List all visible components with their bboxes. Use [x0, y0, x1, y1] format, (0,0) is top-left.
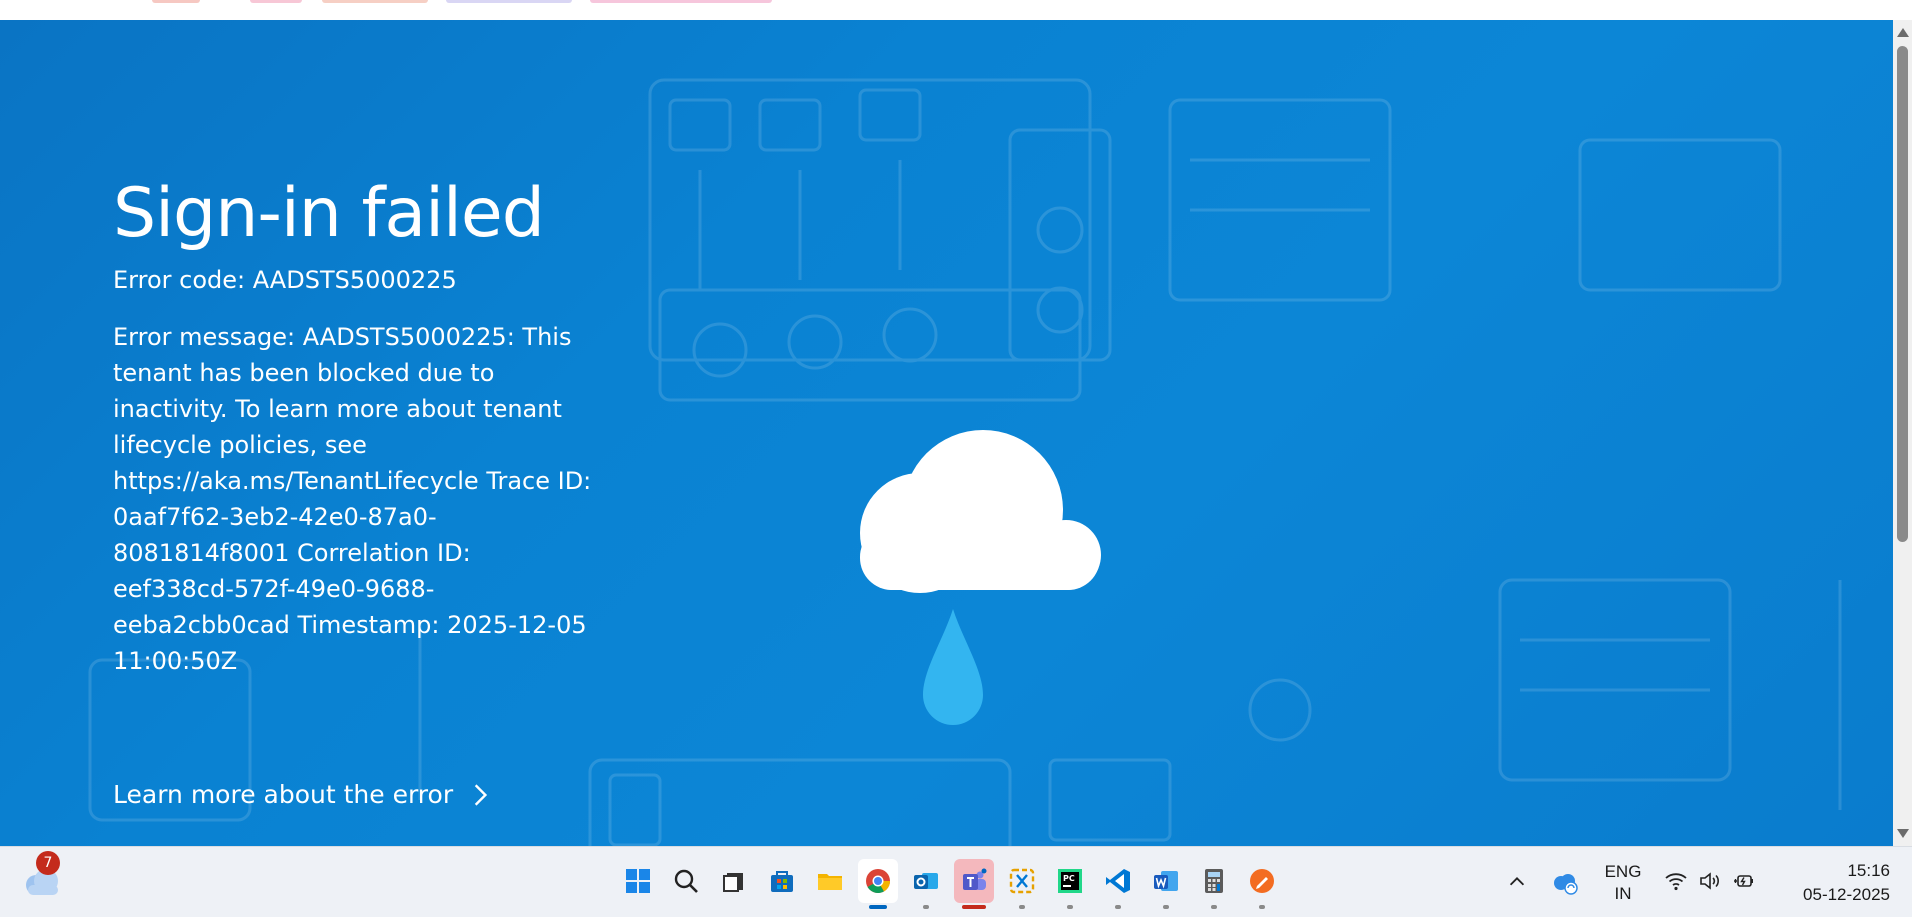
- scroll-up-arrow-icon[interactable]: [1897, 28, 1909, 37]
- scrollbar-thumb[interactable]: [1897, 46, 1908, 542]
- start-icon: [626, 869, 650, 893]
- language-code: ENG: [1604, 862, 1642, 881]
- word-button[interactable]: [1146, 859, 1186, 909]
- taskbar-apps: PC: [618, 859, 1282, 909]
- calculator-icon: [1205, 869, 1223, 893]
- task-view-icon: [723, 873, 743, 892]
- running-indicator: [1019, 905, 1025, 909]
- onedrive-tray-button[interactable]: [1550, 847, 1578, 917]
- search-icon: [674, 869, 698, 893]
- chevron-up-icon: [1509, 877, 1525, 886]
- running-indicator: [1115, 905, 1121, 909]
- microsoft-store-button[interactable]: [762, 859, 802, 903]
- chevron-right-icon: [474, 783, 488, 806]
- clock-date: 05-12-2025: [1803, 885, 1890, 904]
- vertical-scrollbar[interactable]: [1893, 20, 1912, 846]
- system-tray-status[interactable]: [1664, 869, 1756, 893]
- task-view-button[interactable]: [714, 859, 754, 903]
- word-icon: [1154, 871, 1178, 891]
- running-indicator: [1259, 905, 1265, 909]
- chrome-icon: [866, 869, 890, 894]
- error-message: Error message: AADSTS5000225: This tenan…: [113, 322, 592, 675]
- teams-button[interactable]: [954, 859, 994, 909]
- browser-top-strip: [0, 0, 1893, 20]
- learn-more-label: Learn more about the error: [113, 780, 454, 809]
- chrome-button[interactable]: [858, 859, 898, 909]
- sign-in-error-page: Sign-in failed Error code: AADSTS5000225…: [0, 20, 1893, 846]
- vscode-icon: [1106, 869, 1130, 893]
- running-indicator: [869, 905, 887, 909]
- wifi-icon: [1665, 873, 1687, 891]
- calculator-button[interactable]: [1194, 859, 1234, 909]
- tab-fragment[interactable]: [322, 0, 428, 3]
- running-indicator: [1163, 905, 1169, 909]
- taskbar: 7 PC ENG IN 15:16 05-12-2025: [0, 846, 1912, 917]
- error-content: Sign-in failed Error code: AADSTS5000225…: [113, 180, 593, 679]
- pycharm-button[interactable]: PC: [1050, 859, 1090, 909]
- battery-charging-icon: [1734, 875, 1753, 887]
- clock-time: 15:16: [1847, 861, 1890, 880]
- onedrive-sync-icon: [1554, 874, 1578, 895]
- language-region: IN: [1614, 884, 1632, 903]
- clock[interactable]: 15:16 05-12-2025: [1780, 859, 1890, 907]
- vscode-button[interactable]: [1098, 859, 1138, 909]
- error-code: Error code: AADSTS5000225: [113, 266, 457, 294]
- page-title: Sign-in failed: [113, 174, 545, 253]
- file-explorer-button[interactable]: [810, 859, 850, 903]
- pen-app-icon: [1250, 869, 1274, 893]
- scroll-down-arrow-icon[interactable]: [1897, 829, 1909, 838]
- running-indicator: [1067, 905, 1073, 909]
- snipping-tool-icon: [1009, 868, 1035, 894]
- input-language-indicator[interactable]: ENG IN: [1602, 861, 1644, 905]
- outlook-button[interactable]: [906, 859, 946, 909]
- running-indicator: [962, 905, 986, 909]
- running-indicator: [923, 905, 929, 909]
- file-explorer-icon: [818, 874, 842, 890]
- teams-icon: [963, 868, 987, 890]
- tab-fragment[interactable]: [152, 0, 200, 3]
- start-button[interactable]: [618, 859, 658, 903]
- cloud-raindrop-illustration: [860, 430, 1101, 725]
- pen-app-button[interactable]: [1242, 859, 1282, 909]
- svg-text:PC: PC: [1063, 874, 1075, 883]
- tab-fragment[interactable]: [250, 0, 302, 3]
- learn-more-link[interactable]: Learn more about the error: [113, 780, 493, 809]
- tab-fragment[interactable]: [446, 0, 572, 3]
- outlook-icon: [914, 873, 938, 889]
- show-hidden-icons-button[interactable]: [1506, 847, 1528, 917]
- weather-notification-badge: 7: [36, 851, 60, 875]
- microsoft-store-icon: [771, 871, 793, 892]
- volume-icon: [1700, 872, 1719, 890]
- running-indicator: [1211, 905, 1217, 909]
- tab-fragment[interactable]: [590, 0, 772, 3]
- snipping-tool-button[interactable]: [1002, 859, 1042, 909]
- pycharm-icon: PC: [1058, 869, 1082, 893]
- search-button[interactable]: [666, 859, 706, 903]
